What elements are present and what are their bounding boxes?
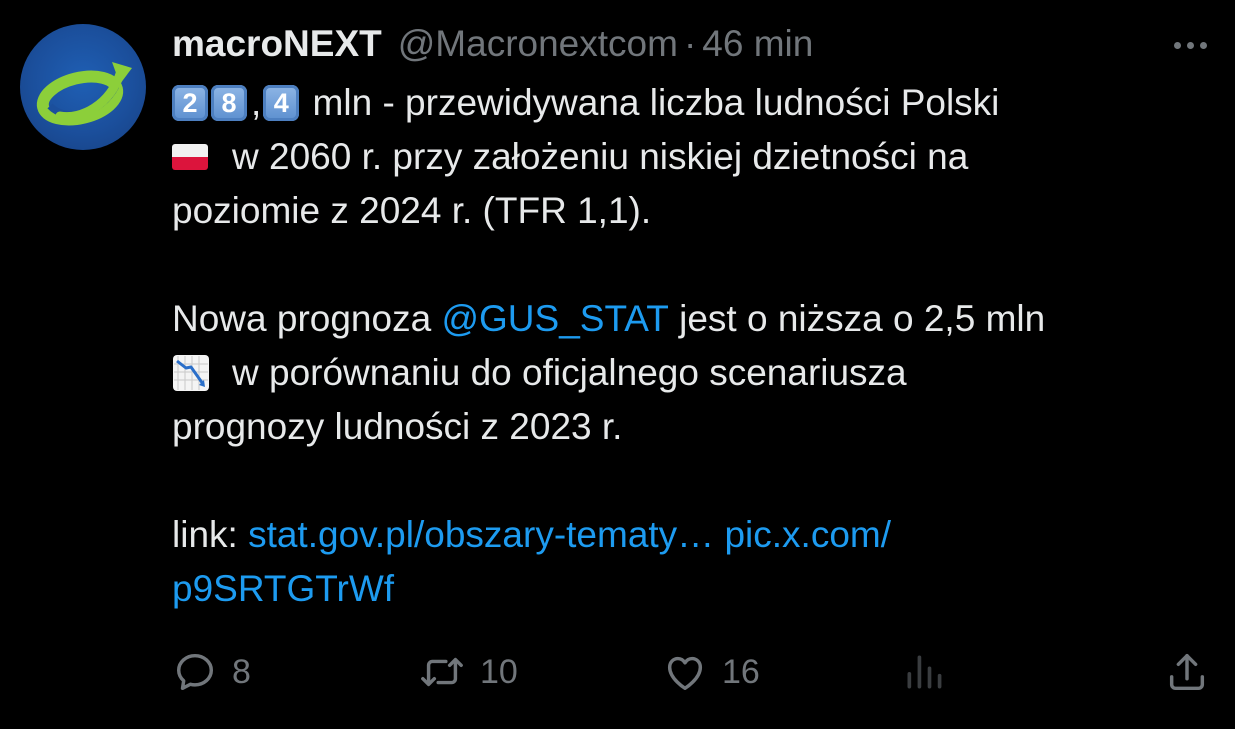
tweet-line: poziomie z 2024 r. (TFR 1,1). (172, 184, 1212, 238)
like-button[interactable]: 16 (662, 648, 760, 696)
timestamp[interactable]: 46 min (702, 22, 813, 66)
tweet-text-segment: w 2060 r. przy założeniu niskiej dzietno… (232, 136, 969, 177)
tweet-header: macroNEXT @Macronextcom · 46 min (172, 22, 813, 66)
tweet-line: p9SRTGTrWf (172, 562, 1212, 616)
mention-link[interactable]: @GUS_STAT (441, 292, 668, 346)
tweet-line: link: stat.gov.pl/obszary-tematy… pic.x.… (172, 508, 1212, 562)
reply-button[interactable]: 8 (172, 648, 251, 696)
more-icon (1173, 41, 1181, 49)
share-button[interactable] (1164, 648, 1210, 696)
tweet-actions: 8 10 16 (172, 648, 1212, 696)
like-count: 16 (722, 652, 760, 691)
tweet-text-segment: poziomie z 2024 r. (TFR 1,1). (172, 190, 652, 231)
tweet-text-segment: prognozy ludności z 2023 r. (172, 406, 623, 447)
author-handle[interactable]: @Macronextcom (398, 22, 678, 66)
keycap-digit: 8 (211, 85, 247, 121)
views-icon (907, 655, 942, 689)
repost-button[interactable]: 10 (418, 648, 518, 696)
tweet-text-segment: w porównaniu do oficjalnego scenariusza (232, 352, 907, 393)
heart-icon (667, 656, 703, 691)
tweet-line: w porównaniu do oficjalnego scenariusza (172, 346, 1212, 400)
tweet-line: w 2060 r. przy założeniu niskiej dzietno… (172, 130, 1212, 184)
keycap-digit: 4 (263, 85, 300, 121)
reply-icon (176, 653, 214, 691)
tweet-text-segment: Nowa prognoza (172, 298, 442, 339)
avatar[interactable] (20, 24, 146, 150)
header-separator: · (683, 23, 697, 64)
author-name[interactable]: macroNEXT (172, 22, 382, 66)
share-icon (1169, 653, 1205, 691)
pic-link-continued[interactable]: p9SRTGTrWf (172, 562, 394, 616)
tweet-text-segment: link: (172, 514, 249, 555)
keycap-digit: 2 (172, 85, 208, 121)
keycap-comma: , (251, 82, 262, 123)
tweet-text-segment: jest o niższa o 2,5 mln (668, 298, 1046, 339)
macronext-logo-icon (36, 62, 132, 126)
repost-count: 10 (480, 652, 518, 691)
views-button[interactable] (902, 648, 946, 696)
poland-flag-icon (172, 144, 208, 170)
tweet-text-segment (714, 508, 724, 562)
tweet[interactable]: macroNEXT @Macronextcom · 46 min 2 8 , 4… (0, 0, 1235, 729)
tweet-text-segment: mln - przewidywana liczba ludności Polsk… (302, 82, 1000, 123)
repost-icon (421, 657, 463, 687)
reply-count: 8 (232, 652, 251, 691)
tweet-line: Nowa prognoza @GUS_STAT jest o niższa o … (172, 292, 1212, 346)
tweet-line: 2 8 , 4 mln - przewidywana liczba ludnoś… (172, 76, 1212, 130)
stat-gov-link[interactable]: stat.gov.pl/obszary-tematy… (248, 508, 714, 562)
tweet-line: prognozy ludności z 2023 r. (172, 400, 1212, 454)
tweet-text: 2 8 , 4 mln - przewidywana liczba ludnoś… (172, 76, 1212, 616)
more-button[interactable] (1166, 30, 1214, 60)
pic-link[interactable]: pic.x.com/ (724, 508, 891, 562)
chart-decreasing-icon (173, 355, 209, 391)
